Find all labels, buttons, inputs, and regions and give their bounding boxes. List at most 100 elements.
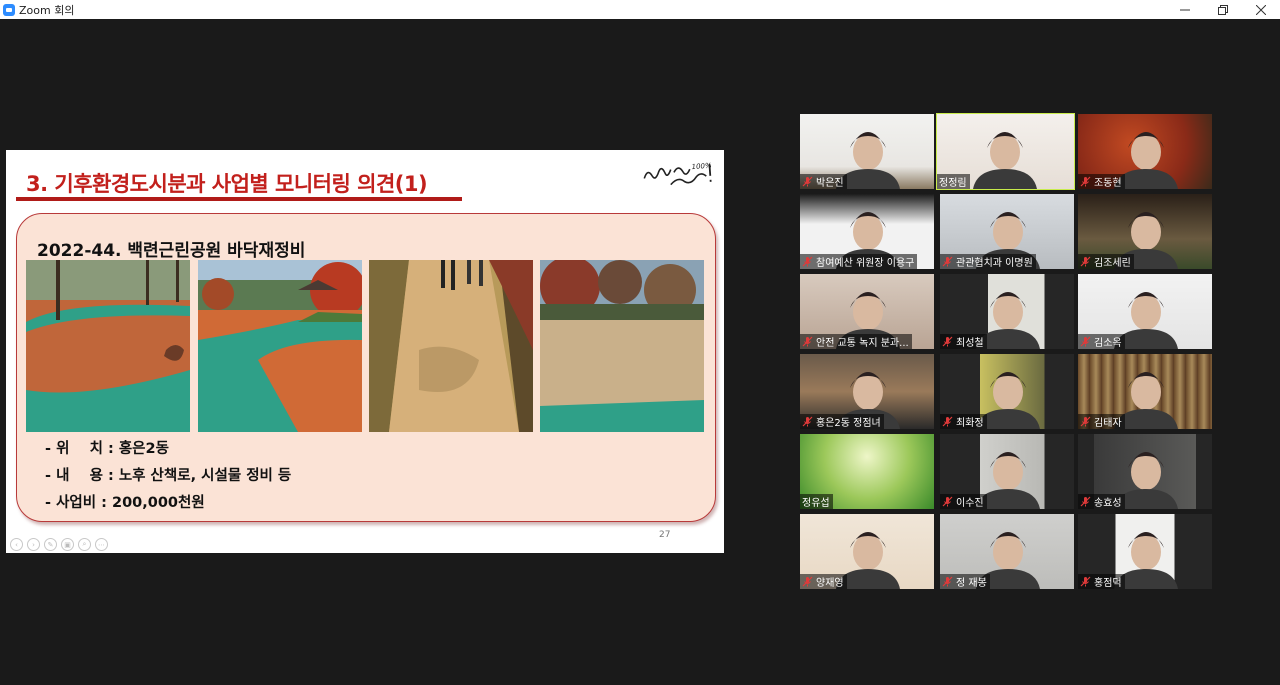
slide-logo: 100% xyxy=(639,155,719,190)
participant-name: 최화정 xyxy=(956,418,984,429)
participant-name: 홍점덕 xyxy=(1094,578,1122,589)
participant-name: 이수진 xyxy=(956,498,984,509)
park-photo-3 xyxy=(369,260,533,432)
participant-name: 김태자 xyxy=(1094,418,1122,429)
close-button[interactable] xyxy=(1242,0,1280,19)
slide-title-underline xyxy=(16,197,462,201)
participant-name-tag: 정유섭 xyxy=(800,494,833,509)
restore-icon xyxy=(1218,4,1228,15)
restore-button[interactable] xyxy=(1204,0,1242,19)
muted-microphone-icon xyxy=(1080,176,1091,187)
participant-name-tag: 최성철 xyxy=(940,334,987,349)
participant-name: 안전 교통 녹지 분과... xyxy=(816,338,909,349)
participant-name: 송효성 xyxy=(1094,498,1122,509)
muted-microphone-icon xyxy=(942,496,953,507)
participant-tile[interactable]: 김태자 xyxy=(1078,354,1212,429)
pen-icon[interactable]: ✎ xyxy=(44,538,57,551)
participant-tile[interactable]: 김소옥 xyxy=(1078,274,1212,349)
participant-name-tag: 홍은2동 정점녀 xyxy=(800,414,884,429)
participant-name-tag: 조동현 xyxy=(1078,174,1125,189)
park-photo-4 xyxy=(540,260,704,432)
detail-content: - 내 용 : 노후 산책로, 시설물 정비 등 xyxy=(45,468,292,484)
participant-tile[interactable]: 박은진 xyxy=(800,114,934,189)
park-photo-1 xyxy=(26,260,190,432)
participant-name: 홍은2동 정점녀 xyxy=(816,418,881,429)
participant-name-tag: 박은진 xyxy=(800,174,847,189)
participant-name: 김소옥 xyxy=(1094,338,1122,349)
zoom-icon[interactable]: ⌕ xyxy=(78,538,91,551)
participant-tile[interactable]: 최화정 xyxy=(940,354,1074,429)
participant-name: 조동현 xyxy=(1094,178,1122,189)
muted-microphone-icon xyxy=(942,416,953,427)
minimize-icon xyxy=(1180,9,1190,10)
participant-tile[interactable]: 김조세린 xyxy=(1078,194,1212,269)
participant-tile[interactable]: 최성철 xyxy=(940,274,1074,349)
detail-budget: - 사업비 : 200,000천원 xyxy=(45,495,205,511)
muted-microphone-icon xyxy=(802,176,813,187)
muted-microphone-icon xyxy=(942,576,953,587)
muted-microphone-icon xyxy=(1080,256,1091,267)
muted-microphone-icon xyxy=(1080,336,1091,347)
participant-name: 양재영 xyxy=(816,578,844,589)
window-titlebar: Zoom 회의 xyxy=(0,0,1280,19)
muted-microphone-icon xyxy=(802,416,813,427)
participant-name-tag: 안전 교통 녹지 분과... xyxy=(800,334,912,349)
minimize-button[interactable] xyxy=(1166,0,1204,19)
muted-microphone-icon xyxy=(1080,576,1091,587)
participant-name-tag: 김조세린 xyxy=(1078,254,1134,269)
participant-tile[interactable]: 이수진 xyxy=(940,434,1074,509)
muted-microphone-icon xyxy=(802,256,813,267)
participant-tile[interactable]: 홍점덕 xyxy=(1078,514,1212,589)
muted-microphone-icon xyxy=(942,336,953,347)
participant-tile[interactable]: 정 재봉 xyxy=(940,514,1074,589)
muted-microphone-icon xyxy=(802,576,813,587)
muted-microphone-icon xyxy=(802,336,813,347)
shared-screen-slide: 3. 기후환경도시분과 사업별 모니터링 의견(1) 100% 2022-44.… xyxy=(6,150,724,553)
muted-microphone-icon xyxy=(942,256,953,267)
muted-microphone-icon xyxy=(1080,416,1091,427)
participant-name-tag: 정정림 xyxy=(937,174,970,189)
participant-name: 김조세린 xyxy=(1094,258,1131,269)
next-slide-icon[interactable]: › xyxy=(27,538,40,551)
participant-tile[interactable]: 홍은2동 정점녀 xyxy=(800,354,934,429)
participant-name: 최성철 xyxy=(956,338,984,349)
slide-page-number: 27 xyxy=(659,530,671,540)
participant-tile[interactable]: 양재영 xyxy=(800,514,934,589)
project-panel: 2022-44. 백련근린공원 바닥재정비 - 위 치: 홍은2동 - 내 용… xyxy=(16,213,716,522)
participant-name: 정정림 xyxy=(939,178,967,189)
participant-name: 정유섭 xyxy=(802,498,830,509)
participant-tile[interactable]: 관관협치과 이명원 xyxy=(940,194,1074,269)
participant-tile[interactable]: 정정림 xyxy=(936,113,1075,190)
participant-tile[interactable]: 송효성 xyxy=(1078,434,1212,509)
slides-icon[interactable]: ▣ xyxy=(61,538,74,551)
zoom-app-icon xyxy=(3,3,15,16)
participant-name-tag: 정 재봉 xyxy=(940,574,990,589)
participant-name-tag: 관관협치과 이명원 xyxy=(940,254,1036,269)
participant-tile[interactable]: 조동현 xyxy=(1078,114,1212,189)
slide-controls: ‹ › ✎ ▣ ⌕ ⋯ xyxy=(10,538,108,551)
participant-name-tag: 송효성 xyxy=(1078,494,1125,509)
participant-tile[interactable]: 참여예산 위원장 이용구 xyxy=(800,194,934,269)
muted-microphone-icon xyxy=(1080,496,1091,507)
logo-signature-icon: 100% xyxy=(643,162,712,186)
window-controls xyxy=(1166,0,1280,19)
participant-name-tag: 김태자 xyxy=(1078,414,1125,429)
participant-name-tag: 양재영 xyxy=(800,574,847,589)
participant-name-tag: 김소옥 xyxy=(1078,334,1125,349)
participant-name: 관관협치과 이명원 xyxy=(956,258,1033,269)
close-icon xyxy=(1256,4,1266,15)
participant-name-tag: 이수진 xyxy=(940,494,987,509)
participant-name-tag: 참여예산 위원장 이용구 xyxy=(800,254,918,269)
participant-name: 참여예산 위원장 이용구 xyxy=(816,258,915,269)
project-heading: 2022-44. 백련근린공원 바닥재정비 xyxy=(37,241,306,261)
more-icon[interactable]: ⋯ xyxy=(95,538,108,551)
participant-tile[interactable]: 정유섭 xyxy=(800,434,934,509)
participant-name: 정 재봉 xyxy=(956,578,987,589)
participant-name-tag: 최화정 xyxy=(940,414,987,429)
window-title: Zoom 회의 xyxy=(19,3,75,17)
prev-slide-icon[interactable]: ‹ xyxy=(10,538,23,551)
participant-name: 박은진 xyxy=(816,178,844,189)
participant-name-tag: 홍점덕 xyxy=(1078,574,1125,589)
project-details: - 위 치 : 홍은2동 - 내 용 : 노후 산책로, 시설물 정비 등 - … xyxy=(45,436,291,517)
participant-tile[interactable]: 안전 교통 녹지 분과... xyxy=(800,274,934,349)
